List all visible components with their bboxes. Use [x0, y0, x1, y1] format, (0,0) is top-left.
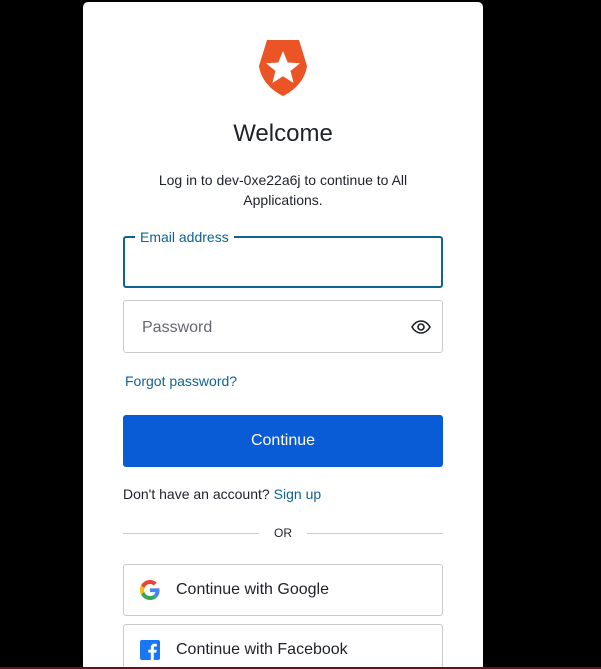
- password-input[interactable]: [140, 316, 394, 340]
- login-card: Welcome Log in to dev-0xe22a6j to contin…: [83, 2, 483, 669]
- facebook-button-label: Continue with Facebook: [176, 641, 348, 658]
- facebook-icon: [140, 640, 160, 660]
- forgot-password-link[interactable]: Forgot password?: [125, 373, 237, 389]
- auth0-logo-icon: [259, 40, 307, 96]
- signup-prompt: Don't have an account?: [123, 486, 270, 502]
- page-subtitle: Log in to dev-0xe22a6j to continue to Al…: [158, 172, 408, 208]
- email-label: Email address: [135, 228, 234, 246]
- password-field[interactable]: [123, 300, 443, 353]
- continue-button[interactable]: Continue: [123, 415, 443, 467]
- continue-with-facebook-button[interactable]: Continue with Facebook: [123, 624, 443, 669]
- google-button-label: Continue with Google: [176, 581, 329, 598]
- google-icon: [140, 580, 160, 600]
- continue-with-google-button[interactable]: Continue with Google: [123, 564, 443, 616]
- or-divider: OR: [123, 525, 443, 543]
- signup-link[interactable]: Sign up: [274, 486, 321, 502]
- screen: Welcome Log in to dev-0xe22a6j to contin…: [0, 0, 601, 669]
- email-input[interactable]: [139, 252, 433, 276]
- eye-icon: [411, 320, 431, 334]
- page-title: Welcome: [233, 120, 333, 147]
- email-field[interactable]: Email address: [123, 228, 443, 288]
- divider-line-right: [307, 533, 443, 534]
- signup-row: Don't have an account? Sign up: [123, 486, 321, 502]
- show-password-button[interactable]: [410, 316, 432, 338]
